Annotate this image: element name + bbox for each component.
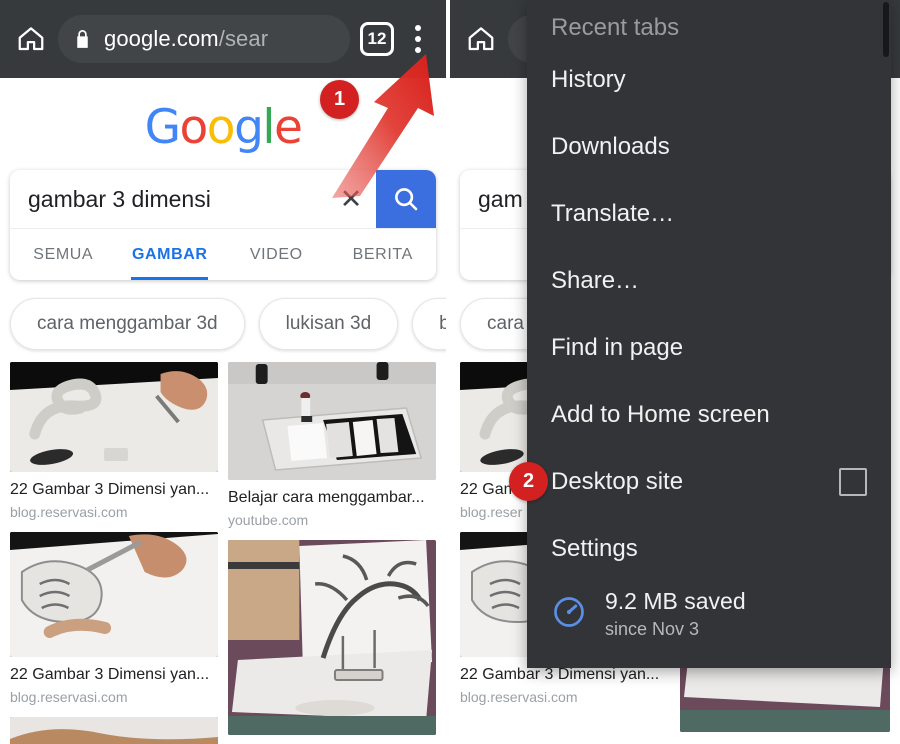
tab-counter-button[interactable]: 12 xyxy=(360,22,394,56)
result-title[interactable]: Belajar cara menggambar... xyxy=(228,489,436,507)
menu-item-label: Recent tabs xyxy=(551,14,680,41)
menu-item-label: Downloads xyxy=(551,132,670,160)
menu-item-share[interactable]: Share… xyxy=(527,247,891,314)
step-badge-1-label: 1 xyxy=(333,88,346,110)
chip-lukisan-3d[interactable]: lukisan 3d xyxy=(258,298,399,350)
logo-letter: o xyxy=(179,100,209,155)
image-results-grid: 22 Gambar 3 Dimensi yan... blog.reservas… xyxy=(0,362,446,744)
result-thumbnail[interactable] xyxy=(10,717,218,744)
tab-berita[interactable]: BERITA xyxy=(330,229,437,280)
data-saver-text: 9.2 MB saved since Nov 3 xyxy=(605,588,746,640)
menu-item-add-to-home-screen[interactable]: Add to Home screen xyxy=(527,381,891,448)
data-saver-row[interactable]: 9.2 MB saved since Nov 3 xyxy=(527,582,891,640)
result-tile[interactable] xyxy=(228,540,436,735)
related-search-chips: cara menggambar 3d lukisan 3d bel xyxy=(0,280,446,362)
step-badge-1: 1 xyxy=(320,80,359,119)
menu-item-label: Settings xyxy=(551,534,638,562)
menu-item-desktop-site[interactable]: Desktop site xyxy=(527,448,891,515)
menu-scrollbar[interactable] xyxy=(883,2,889,57)
search-card: gambar 3 dimensi ✕ SEMUA GAMBAR VIDEO BE… xyxy=(10,170,436,280)
menu-item-recent-tabs[interactable]: Recent tabs xyxy=(527,4,891,46)
menu-item-settings[interactable]: Settings xyxy=(527,515,891,582)
result-site: blog.reservasi.com xyxy=(460,689,578,705)
menu-item-label: Desktop site xyxy=(551,467,684,495)
results-column-right: Belajar cara menggambar... youtube.com xyxy=(228,362,436,744)
desktop-site-checkbox[interactable] xyxy=(839,467,867,496)
menu-item-label: Find in page xyxy=(551,333,684,361)
three-dot-menu-icon[interactable] xyxy=(404,19,432,59)
result-thumbnail[interactable] xyxy=(228,540,436,735)
result-title[interactable]: 22 Gambar 3 Dimensi yan... xyxy=(460,666,670,684)
google-logo: Google xyxy=(0,78,446,170)
menu-item-label: Add to Home screen xyxy=(551,400,770,428)
menu-item-history[interactable]: History xyxy=(527,46,891,113)
search-tabs: SEMUA GAMBAR VIDEO BERITA xyxy=(10,228,436,280)
home-icon[interactable] xyxy=(464,22,498,56)
url-path: /sear xyxy=(218,26,269,51)
result-thumbnail[interactable] xyxy=(10,362,218,472)
screenshot-root: google.com/sear 12 Google gambar 3 dimen… xyxy=(0,0,900,744)
step-badge-2-label: 2 xyxy=(522,470,535,492)
result-site: blog.reservasi.com xyxy=(10,504,128,520)
result-tile[interactable]: Belajar cara menggambar... youtube.com xyxy=(228,362,436,528)
tab-semua[interactable]: SEMUA xyxy=(10,229,117,280)
result-thumbnail[interactable] xyxy=(10,532,218,657)
tab-gambar[interactable]: GAMBAR xyxy=(117,229,224,280)
clear-x-icon[interactable]: ✕ xyxy=(326,184,376,215)
data-saver-gauge-icon xyxy=(551,594,587,635)
data-saver-amount: 9.2 MB saved xyxy=(605,588,746,614)
logo-letter: l xyxy=(262,100,275,155)
search-input[interactable]: gambar 3 dimensi xyxy=(10,186,326,213)
search-button[interactable] xyxy=(376,170,436,228)
menu-item-label: History xyxy=(551,65,626,93)
tab-video[interactable]: VIDEO xyxy=(223,229,330,280)
url-bar[interactable]: google.com/sear xyxy=(58,15,350,63)
tab-counter-value: 12 xyxy=(367,29,387,48)
result-site: youtube.com xyxy=(228,512,309,528)
result-site: blog.reservasi.com xyxy=(10,689,128,705)
result-tile[interactable]: 22 Gambar 3 Dimensi yan... blog.reservas… xyxy=(10,362,218,520)
browser-overflow-menu: Recent tabs History Downloads Translate…… xyxy=(527,0,891,668)
result-tile[interactable] xyxy=(10,717,218,744)
menu-item-label: Translate… xyxy=(551,199,675,227)
data-saver-since: since Nov 3 xyxy=(605,619,700,639)
browser-toolbar: google.com/sear 12 xyxy=(0,0,446,78)
logo-letter: G xyxy=(144,100,181,155)
panel-divider xyxy=(446,0,450,744)
menu-item-find-in-page[interactable]: Find in page xyxy=(527,314,891,381)
result-title[interactable]: 22 Gambar 3 Dimensi yan... xyxy=(10,481,218,499)
lock-icon xyxy=(74,28,92,50)
url-text: google.com/sear xyxy=(104,26,268,52)
logo-letter: g xyxy=(234,100,264,155)
menu-item-label: Share… xyxy=(551,266,640,294)
result-title[interactable]: 22 Gambar 3 Dimensi yan... xyxy=(10,666,218,684)
chip-bel[interactable]: bel xyxy=(412,298,446,350)
home-icon[interactable] xyxy=(14,22,48,56)
results-column-left: 22 Gambar 3 Dimensi yan... blog.reservas… xyxy=(10,362,218,744)
google-results-page: Google gambar 3 dimensi ✕ SEMUA GAMBAR V… xyxy=(0,78,446,744)
left-phone-screen: google.com/sear 12 Google gambar 3 dimen… xyxy=(0,0,446,744)
logo-letter: e xyxy=(273,100,303,155)
chip-cara-menggambar-3d[interactable]: cara menggambar 3d xyxy=(10,298,245,350)
result-tile[interactable]: 22 Gambar 3 Dimensi yan... blog.reservas… xyxy=(10,532,218,705)
logo-letter: o xyxy=(206,100,236,155)
result-thumbnail[interactable] xyxy=(228,362,436,480)
menu-item-downloads[interactable]: Downloads xyxy=(527,113,891,180)
url-host: google.com xyxy=(104,26,219,51)
search-row: gambar 3 dimensi ✕ xyxy=(10,170,436,228)
step-badge-2: 2 xyxy=(509,462,548,501)
menu-item-translate[interactable]: Translate… xyxy=(527,180,891,247)
